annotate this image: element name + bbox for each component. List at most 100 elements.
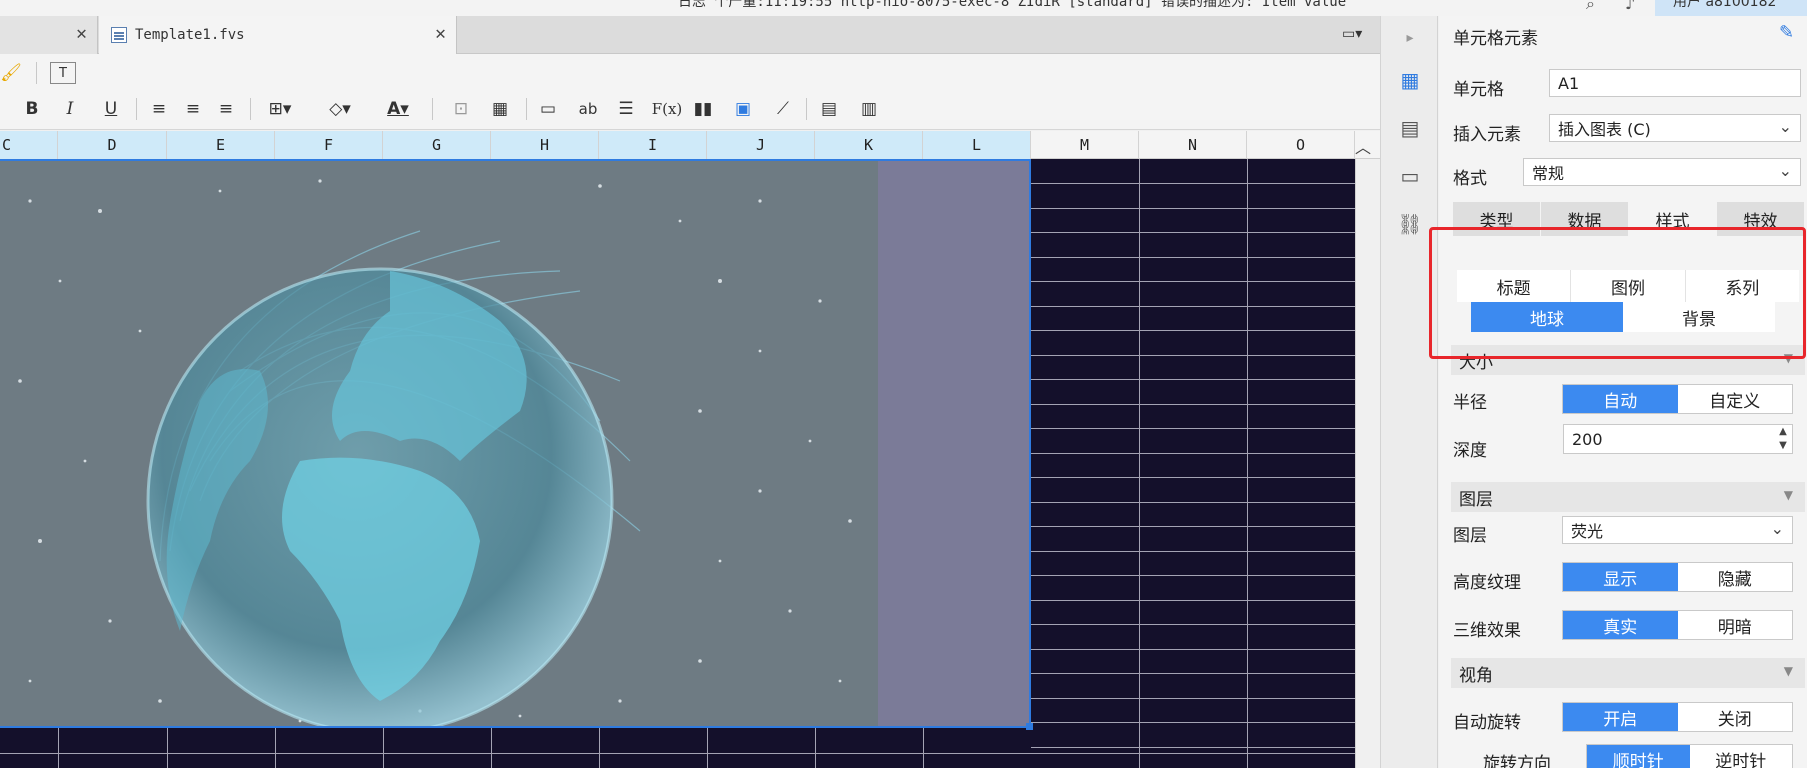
column-header-i[interactable]: I <box>599 131 707 159</box>
merge-cells-icon[interactable]: ⊡ <box>448 96 474 122</box>
column-header-c[interactable]: C <box>0 131 58 159</box>
tab-menu-icon[interactable]: ▭▾ <box>1342 26 1362 42</box>
chevron-down-icon: ⌄ <box>1778 161 1792 180</box>
chevron-down-icon: ⌄ <box>1770 519 1784 538</box>
table-icon[interactable]: ▦ <box>487 96 513 122</box>
chevron-down-icon: ⌄ <box>1778 117 1792 136</box>
depth-value: 200 <box>1572 429 1603 449</box>
column-header-l[interactable]: L <box>923 131 1031 159</box>
search-icon[interactable]: ⌕ <box>1586 0 1604 13</box>
column-icon[interactable]: ▥ <box>856 96 882 122</box>
rotate-clockwise-option[interactable]: 顺时针 <box>1587 745 1690 768</box>
edit-icon[interactable]: ✎ <box>1779 22 1794 43</box>
richtext-icon[interactable]: ☰ <box>613 96 639 122</box>
formula-icon[interactable]: F(x) <box>650 96 684 122</box>
fill-color-icon[interactable]: ◇▾ <box>320 96 360 122</box>
column-header-m[interactable]: M <box>1031 131 1139 159</box>
height-texture-hide-option[interactable]: 隐藏 <box>1678 563 1793 591</box>
text-icon[interactable]: ab <box>575 96 601 122</box>
height-texture-show-option[interactable]: 显示 <box>1563 563 1678 591</box>
align-center-icon[interactable]: ≡ <box>180 96 206 122</box>
cell-label: 单元格 <box>1453 80 1504 100</box>
selection-handle[interactable] <box>1026 723 1033 730</box>
effect3d-shade-option[interactable]: 明暗 <box>1678 611 1793 639</box>
format-select[interactable]: 常规 ⌄ <box>1523 158 1801 186</box>
column-header-o[interactable]: O <box>1247 131 1355 159</box>
status-message: 日志 个产量:11:19:55 http-nio-8075-exec-8 ZId… <box>678 0 1347 10</box>
insert-element-value: 插入图表 (C) <box>1558 120 1651 139</box>
radius-toggle: 自动 自定义 <box>1562 384 1793 414</box>
column-header-f[interactable]: F <box>275 131 383 159</box>
radius-auto-option[interactable]: 自动 <box>1563 385 1678 413</box>
column-header-k[interactable]: K <box>815 131 923 159</box>
highlight-box <box>1429 227 1806 359</box>
status-strip: 日志 个产量:11:19:55 http-nio-8075-exec-8 ZId… <box>0 0 1807 16</box>
align-left-icon[interactable]: ≡ <box>146 96 172 122</box>
autorotate-off-option[interactable]: 关闭 <box>1678 703 1793 731</box>
align-right-icon[interactable]: ≡ <box>213 96 239 122</box>
depth-input[interactable]: 200 ▲ ▼ <box>1563 424 1793 454</box>
format-label: 格式 <box>1453 169 1487 189</box>
column-header-n[interactable]: N <box>1139 131 1247 159</box>
globe <box>146 267 614 726</box>
autorotate-label: 自动旋转 <box>1453 713 1521 733</box>
border-icon[interactable]: ⊞▾ <box>260 96 300 122</box>
format-painter-icon[interactable]: 🖌 <box>0 60 22 86</box>
user-name: 用户 a8100182 <box>1673 0 1777 10</box>
vertical-scrollbar[interactable] <box>1355 159 1380 768</box>
effect3d-toggle: 真实 明暗 <box>1562 610 1793 640</box>
globe-chart[interactable] <box>0 159 1031 728</box>
designer-window: 日志 个产量:11:19:55 http-nio-8075-exec-8 ZId… <box>0 0 1807 768</box>
column-header-d[interactable]: D <box>58 131 167 159</box>
italic-button[interactable]: I <box>58 96 82 122</box>
bell-icon[interactable]: ♪ <box>1625 0 1643 13</box>
text-box-icon[interactable]: T <box>50 62 76 84</box>
column-header-e[interactable]: E <box>167 131 275 159</box>
autorotate-on-option[interactable]: 开启 <box>1563 703 1678 731</box>
widget-icon[interactable]: ▭ <box>1381 156 1439 196</box>
tab-template1[interactable]: Template1.fvs ✕ <box>99 16 457 54</box>
cell-attribute-icon[interactable]: ▤ <box>1381 108 1439 148</box>
tab-label: Template1.fvs <box>135 27 245 43</box>
collapse-arrow-icon[interactable]: ▸ <box>1381 18 1439 58</box>
image-icon[interactable]: ▣ <box>730 96 756 122</box>
column-header: C D E F G H I J K L M N O <box>0 131 1380 159</box>
autorotate-toggle: 开启 关闭 <box>1562 702 1793 732</box>
property-panel: 单元格元素 ✎ 单元格 A1 插入元素 插入图表 (C) ⌄ 格式 常规 ⌄ 类… <box>1439 16 1807 768</box>
close-icon[interactable]: ✕ <box>76 25 87 43</box>
chevron-up-icon[interactable]: ︿ <box>1355 134 1371 158</box>
file-icon <box>111 27 127 43</box>
cell-element-icon[interactable]: ▦ <box>1381 60 1439 100</box>
bold-button[interactable]: B <box>20 96 44 122</box>
font-color-icon[interactable]: A▾ <box>378 96 418 122</box>
globe-chart-canvas <box>18 179 852 726</box>
radius-custom-option[interactable]: 自定义 <box>1678 385 1793 413</box>
layer-label: 图层 <box>1453 526 1487 546</box>
close-icon[interactable]: ✕ <box>435 25 446 43</box>
height-texture-toggle: 显示 隐藏 <box>1562 562 1793 592</box>
depth-label: 深度 <box>1453 441 1487 461</box>
chevron-down-icon: ▼ <box>1783 488 1793 502</box>
tab-previous[interactable]: ✕ <box>0 16 98 54</box>
layer-select[interactable]: 荧光 ⌄ <box>1562 516 1793 544</box>
chart-icon[interactable]: ▮▮ <box>690 96 716 122</box>
column-header-j[interactable]: J <box>707 131 815 159</box>
user-badge[interactable]: 用户 a8100182 <box>1655 0 1807 16</box>
column-header-h[interactable]: H <box>491 131 599 159</box>
subreport-icon[interactable]: ▤ <box>816 96 842 122</box>
insert-element-select[interactable]: 插入图表 (C) ⌄ <box>1549 114 1801 142</box>
section-view-label: 视角 <box>1459 665 1493 686</box>
section-layer[interactable]: 图层 ▼ <box>1451 482 1805 512</box>
spinner-arrows-icon[interactable]: ▲ ▼ <box>1776 425 1790 453</box>
underline-button[interactable]: U <box>99 96 123 122</box>
height-texture-label: 高度纹理 <box>1453 573 1521 593</box>
spreadsheet-grid[interactable] <box>0 159 1355 768</box>
slash-icon[interactable]: ⟋ <box>770 96 796 122</box>
effect3d-real-option[interactable]: 真实 <box>1563 611 1678 639</box>
textfield-icon[interactable]: ▭ <box>535 96 561 122</box>
rotate-counterclockwise-option[interactable]: 逆时针 <box>1690 745 1793 768</box>
chevron-down-icon: ▼ <box>1783 664 1793 678</box>
cell-input[interactable]: A1 <box>1549 69 1801 97</box>
section-view[interactable]: 视角 ▼ <box>1451 658 1805 688</box>
column-header-g[interactable]: G <box>383 131 491 159</box>
